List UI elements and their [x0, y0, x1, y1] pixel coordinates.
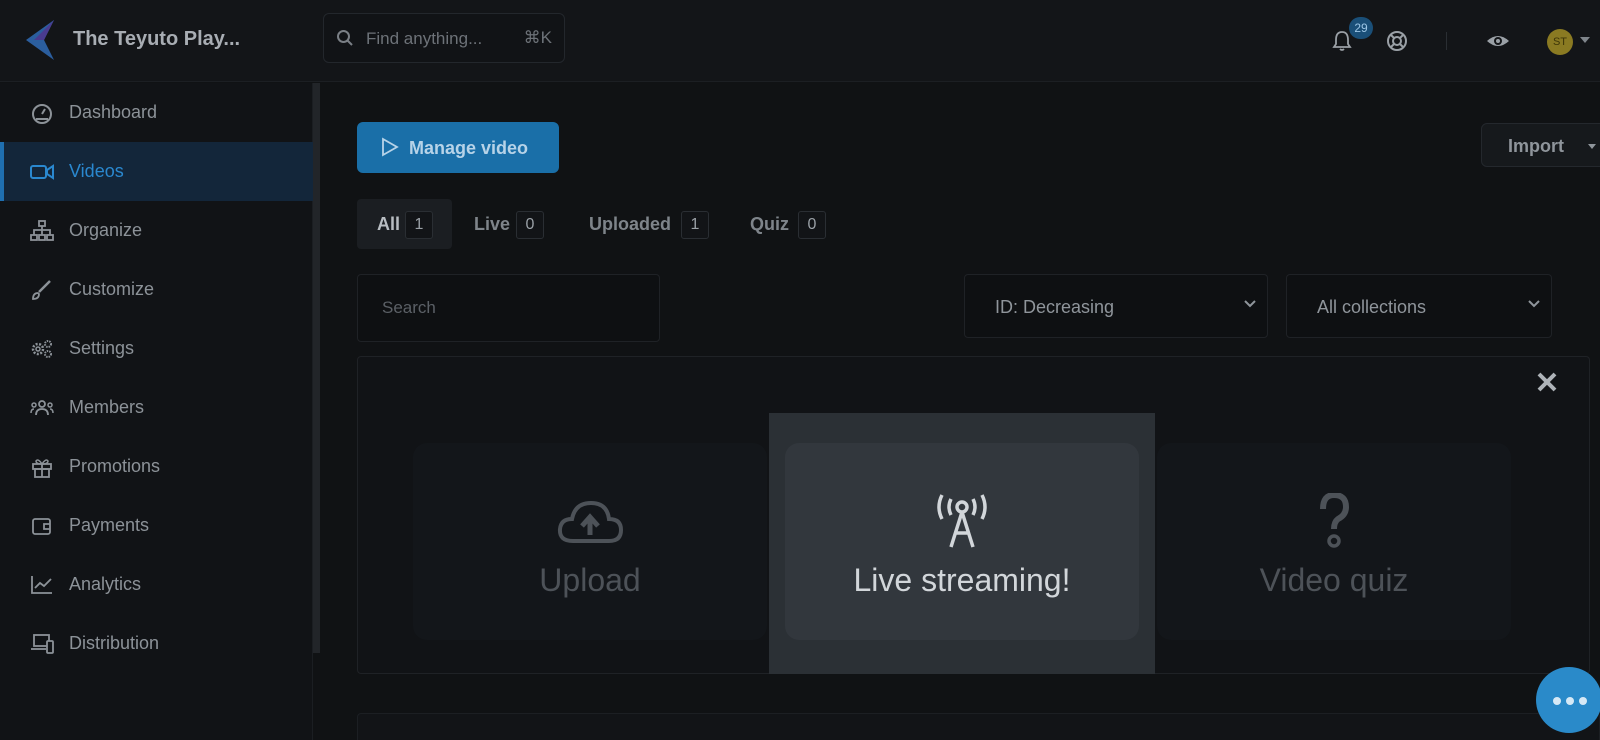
tab-quiz[interactable]: Quiz 0	[738, 199, 838, 249]
question-icon	[1320, 493, 1350, 548]
sidebar-item-videos[interactable]: Videos	[0, 142, 313, 201]
notification-badge: 29	[1349, 17, 1373, 39]
sidebar-item-dashboard[interactable]: Dashboard	[0, 83, 313, 142]
sidebar-item-customize[interactable]: Customize	[0, 260, 313, 319]
brand-name[interactable]: The Teyuto Play...	[73, 28, 240, 51]
tab-label: Live	[474, 214, 511, 234]
divider	[1446, 32, 1447, 50]
sidebar-item-promotions[interactable]: Promotions	[0, 437, 313, 496]
chevron-down-icon[interactable]	[1580, 37, 1590, 43]
tab-label: Quiz	[750, 214, 789, 234]
upload-card-label: Upload	[539, 562, 641, 598]
sidebar-item-label: Videos	[69, 161, 124, 181]
sidebar-item-distribution[interactable]: Distribution	[0, 614, 313, 673]
sidebar-item-label: Promotions	[69, 456, 161, 476]
sidebar-item-analytics[interactable]: Analytics	[0, 555, 313, 614]
sidebar-item-label: Customize	[69, 279, 155, 299]
sidebar-item-label: Payments	[69, 515, 150, 535]
cloud-upload-icon	[557, 500, 624, 543]
import-label: Import	[1508, 136, 1564, 156]
tab-uploaded[interactable]: Uploaded 1	[577, 199, 717, 249]
logo-icon[interactable]	[26, 20, 56, 60]
gears-icon	[31, 340, 52, 358]
sort-select-value: ID: Decreasing	[995, 297, 1115, 317]
users-icon	[30, 400, 54, 416]
collection-select[interactable]: All collections	[1286, 274, 1552, 338]
sidebar-item-label: Organize	[69, 220, 143, 240]
tab-count: 0	[798, 211, 826, 239]
live-streaming-card-label: Live streaming!	[853, 562, 1071, 598]
sidebar-item-label: Members	[69, 397, 145, 417]
antenna-icon	[937, 494, 987, 548]
sidebar-item-label: Dashboard	[69, 102, 158, 122]
chat-button[interactable]	[1536, 667, 1600, 733]
eye-icon[interactable]	[1486, 30, 1510, 52]
sitemap-icon	[30, 220, 54, 241]
tab-count: 1	[405, 211, 433, 239]
more-icon	[1553, 697, 1587, 705]
chart-icon	[31, 576, 52, 594]
search-shortcut: ⌘K	[523, 28, 552, 47]
chevron-down-icon	[1244, 300, 1256, 308]
tab-label: Uploaded	[589, 214, 672, 234]
manage-video-button[interactable]: Manage video	[357, 122, 559, 173]
sort-select[interactable]: ID: Decreasing	[964, 274, 1268, 338]
devices-icon	[31, 634, 54, 654]
search-icon	[337, 30, 353, 46]
sidebar-item-label: Analytics	[69, 574, 142, 594]
sidebar: Dashboard Videos Organize Customize Sett…	[0, 83, 313, 740]
chevron-down-icon	[1528, 300, 1540, 308]
upload-card[interactable]: Upload	[413, 443, 767, 640]
tab-all[interactable]: All 1	[357, 199, 452, 249]
tab-label: All	[377, 214, 401, 234]
brush-icon	[32, 280, 51, 300]
dashboard-icon	[32, 104, 52, 124]
video-quiz-card[interactable]: Video quiz	[1157, 443, 1511, 640]
video-quiz-card-label: Video quiz	[1259, 562, 1409, 598]
sidebar-item-settings[interactable]: Settings	[0, 319, 313, 378]
bell-icon[interactable]	[1332, 30, 1352, 52]
sidebar-scrollbar[interactable]	[313, 83, 320, 653]
manage-video-label: Manage video	[409, 138, 529, 158]
avatar[interactable]: ST	[1547, 29, 1573, 55]
sidebar-item-organize[interactable]: Organize	[0, 201, 313, 260]
import-button[interactable]: Import	[1481, 123, 1600, 167]
gift-icon	[32, 459, 52, 478]
global-search[interactable]: Find anything... ⌘K	[323, 13, 565, 63]
wallet-icon	[32, 518, 51, 535]
tab-count: 0	[516, 211, 544, 239]
close-icon[interactable]	[1535, 370, 1559, 394]
sidebar-item-label: Distribution	[69, 633, 160, 653]
tab-count: 1	[681, 211, 709, 239]
video-camera-icon	[30, 164, 54, 180]
lifebuoy-icon[interactable]	[1386, 30, 1408, 52]
video-search-input[interactable]	[358, 275, 659, 341]
sidebar-item-payments[interactable]: Payments	[0, 496, 313, 555]
top-bar: The Teyuto Play... Find anything... ⌘K 2…	[0, 0, 1600, 82]
video-list-container	[357, 713, 1600, 740]
live-streaming-card[interactable]: Live streaming!	[785, 443, 1139, 640]
sidebar-item-label: Settings	[69, 338, 135, 358]
collection-select-value: All collections	[1317, 297, 1427, 317]
sidebar-item-members[interactable]: Members	[0, 378, 313, 437]
global-search-placeholder: Find anything...	[366, 29, 483, 48]
tab-live[interactable]: Live 0	[462, 199, 562, 249]
video-search-field[interactable]	[357, 274, 660, 342]
play-icon	[382, 137, 399, 157]
caret-down-icon	[1588, 144, 1596, 149]
